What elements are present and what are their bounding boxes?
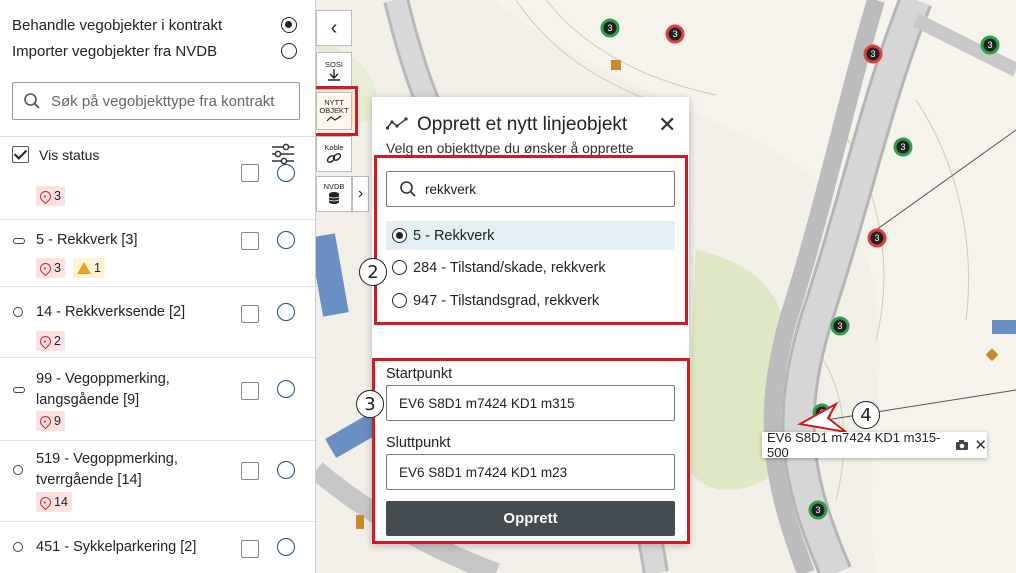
nvdb-expand-button[interactable]: ›	[352, 176, 369, 212]
badge-count: 2	[54, 334, 61, 348]
error-badge: 3	[36, 258, 65, 278]
list-item-partial[interactable]: 3	[0, 164, 315, 220]
error-pin-icon	[37, 260, 54, 276]
badge-count: 3	[54, 261, 61, 275]
item-checkbox[interactable]	[241, 164, 259, 182]
search-placeholder: Søk på vegobjekttype fra kontrakt	[51, 92, 275, 110]
item-label: 519 - Vegoppmerking, tverrgående [14]	[36, 451, 178, 488]
error-badge: 9	[36, 411, 65, 431]
filter-settings-icon[interactable]	[271, 143, 295, 165]
vis-status-row: Vis status	[0, 136, 315, 172]
chevron-left-icon: ‹	[330, 17, 338, 39]
error-pin-icon	[37, 494, 54, 510]
badge-count: 14	[54, 495, 68, 509]
item-radio[interactable]	[277, 303, 295, 321]
sosi-button[interactable]: SOSI	[316, 52, 352, 90]
error-pin-icon	[37, 413, 54, 429]
collapse-button[interactable]: ‹	[316, 10, 352, 46]
line-object-icon	[386, 117, 408, 130]
error-badge: 2	[36, 331, 65, 351]
mode-option-label: Importer vegobjekter fra NVDB	[12, 42, 218, 60]
vis-status-checkbox[interactable]	[12, 146, 29, 163]
item-label: 99 - Vegoppmerking, langsgående [9]	[36, 371, 170, 408]
point-geometry-icon	[13, 542, 23, 552]
annotation-3: 3	[356, 390, 384, 418]
item-checkbox[interactable]	[241, 232, 259, 250]
sosi-label: SOSI	[325, 60, 343, 69]
close-icon[interactable]: ✕	[974, 436, 987, 454]
tooltip-text: EV6 S8D1 m7424 KD1 m315-500	[767, 430, 941, 460]
search-icon	[24, 93, 40, 109]
download-icon	[328, 69, 340, 81]
badge-count: 9	[54, 414, 61, 428]
nvdb-label: NVDB	[323, 182, 345, 191]
error-pin-icon	[37, 333, 54, 349]
highlight-start-end	[372, 358, 690, 544]
point-geometry-icon	[13, 465, 23, 475]
list-item-vegoppmerking-langsgaende[interactable]: 99 - Vegoppmerking, langsgående [9] 9	[0, 359, 315, 441]
link-label: Koble	[324, 143, 344, 152]
marker-label: 3	[987, 40, 992, 50]
annotation-4: 4	[852, 401, 880, 429]
road-reference-tooltip: EV6 S8D1 m7424 KD1 m315-500 ✕	[762, 430, 987, 460]
item-label: 451 - Sykkelparkering [2]	[36, 539, 197, 555]
nvdb-button[interactable]: NVDB	[316, 176, 352, 212]
list-item-rekkverksende[interactable]: 14 - Rekkverksende [2] 2	[0, 288, 315, 358]
item-radio[interactable]	[277, 164, 295, 182]
marker-label: 3	[900, 142, 905, 152]
dialog-title: Opprett et nytt linjeobjekt	[417, 114, 628, 135]
close-icon[interactable]: ✕	[658, 112, 676, 138]
item-label: 14 - Rekkverksende [2]	[36, 304, 186, 320]
radio-selected[interactable]	[281, 17, 297, 33]
chevron-right-icon: ›	[357, 185, 364, 202]
item-checkbox[interactable]	[241, 382, 259, 400]
object-type-search-input[interactable]: Søk på vegobjekttype fra kontrakt	[12, 82, 300, 120]
camera-icon[interactable]	[955, 439, 969, 451]
error-pin-icon	[37, 188, 54, 204]
point-geometry-icon	[13, 307, 23, 317]
list-item-vegoppmerking-tverrgaende[interactable]: 519 - Vegoppmerking, tverrgående [14] 14	[0, 442, 315, 522]
item-radio[interactable]	[277, 538, 295, 556]
item-checkbox[interactable]	[241, 462, 259, 480]
marker-label: 3	[672, 29, 677, 39]
database-icon	[328, 192, 340, 204]
error-badge: 14	[36, 492, 72, 512]
item-label: 5 - Rekkverk [3]	[36, 232, 138, 248]
dialog-subtitle: Velg en objekttype du ønsker å opprette	[386, 140, 634, 156]
item-radio[interactable]	[277, 461, 295, 479]
line-geometry-icon	[13, 387, 25, 393]
link-button[interactable]: Koble	[316, 136, 352, 172]
item-checkbox[interactable]	[241, 540, 259, 558]
radio-unselected[interactable]	[281, 43, 297, 59]
list-item-sykkelparkering[interactable]: 451 - Sykkelparkering [2]	[0, 523, 315, 573]
item-radio[interactable]	[277, 380, 295, 398]
badge-count: 3	[54, 189, 61, 203]
item-radio[interactable]	[277, 231, 295, 249]
highlight-object-type	[374, 155, 688, 325]
mode-option-behandle[interactable]: Behandle vegobjekter i kontrakt	[12, 14, 297, 36]
mode-option-label: Behandle vegobjekter i kontrakt	[12, 16, 223, 34]
annotation-2: 2	[359, 258, 387, 286]
warning-icon	[76, 262, 91, 274]
marker-label: 3	[815, 505, 820, 515]
warning-badge: 1	[72, 258, 105, 278]
item-checkbox[interactable]	[241, 305, 259, 323]
marker-label: 3	[870, 49, 875, 59]
error-badge: 3	[36, 186, 65, 206]
marker-label: 3	[874, 233, 879, 243]
link-icon	[326, 153, 342, 163]
line-geometry-icon	[13, 238, 25, 244]
badge-count: 1	[93, 261, 101, 275]
mode-option-importer[interactable]: Importer vegobjekter fra NVDB	[12, 40, 297, 62]
sidebar: Behandle vegobjekter i kontrakt Importer…	[0, 0, 316, 573]
list-item-rekkverk[interactable]: 5 - Rekkverk [3] 3 1	[0, 221, 315, 287]
marker-label: 3	[837, 321, 842, 331]
vis-status-label: Vis status	[39, 146, 100, 163]
marker-label: 3	[607, 23, 612, 33]
